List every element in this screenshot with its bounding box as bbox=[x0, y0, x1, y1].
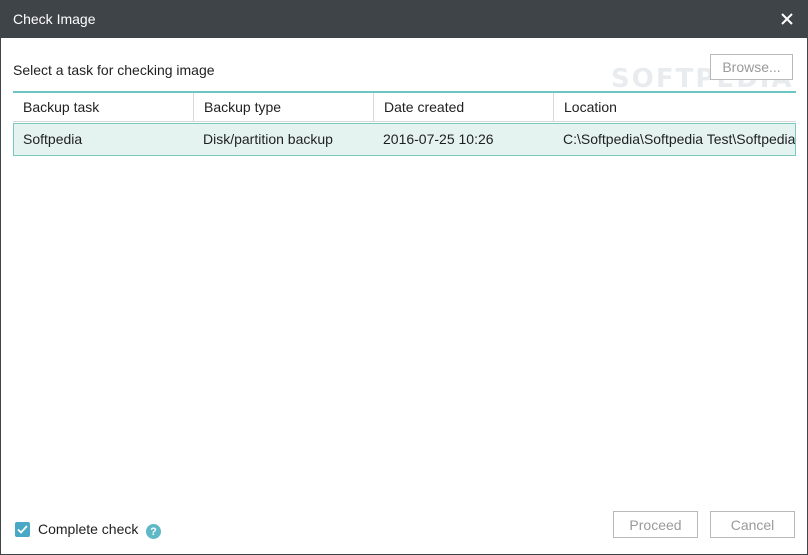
table-header: Backup task Backup type Date created Loc… bbox=[13, 91, 796, 122]
table-row[interactable]: Softpedia Disk/partition backup 2016-07-… bbox=[13, 123, 796, 156]
title-bar: Check Image bbox=[1, 1, 807, 38]
cell-date-created: 2016-07-25 10:26 bbox=[383, 131, 494, 147]
complete-check-label: Complete check bbox=[38, 521, 139, 537]
complete-check-checkbox[interactable] bbox=[15, 521, 30, 537]
column-header-backup-type[interactable]: Backup type bbox=[193, 93, 373, 121]
cancel-button[interactable]: Cancel bbox=[710, 511, 795, 538]
checkmark-icon bbox=[17, 524, 28, 534]
close-icon[interactable] bbox=[773, 5, 801, 33]
browse-button[interactable]: Browse... bbox=[710, 54, 793, 80]
backup-task-table: Backup task Backup type Date created Loc… bbox=[13, 91, 796, 156]
dialog-title: Check Image bbox=[13, 11, 96, 27]
check-image-dialog: Check Image Select a task for checking i… bbox=[0, 0, 808, 555]
cell-backup-type: Disk/partition backup bbox=[203, 131, 333, 147]
complete-check-option[interactable]: Complete check bbox=[15, 521, 138, 537]
cell-backup-task: Softpedia bbox=[23, 131, 83, 147]
help-icon[interactable]: ? bbox=[146, 524, 161, 539]
column-header-location[interactable]: Location bbox=[553, 93, 796, 121]
instruction-text: Select a task for checking image bbox=[13, 62, 215, 78]
proceed-button[interactable]: Proceed bbox=[613, 511, 698, 538]
cell-location: C:\Softpedia\Softpedia Test\Softpedia bbox=[563, 131, 795, 147]
column-header-date-created[interactable]: Date created bbox=[373, 93, 553, 121]
column-header-backup-task[interactable]: Backup task bbox=[13, 93, 193, 121]
